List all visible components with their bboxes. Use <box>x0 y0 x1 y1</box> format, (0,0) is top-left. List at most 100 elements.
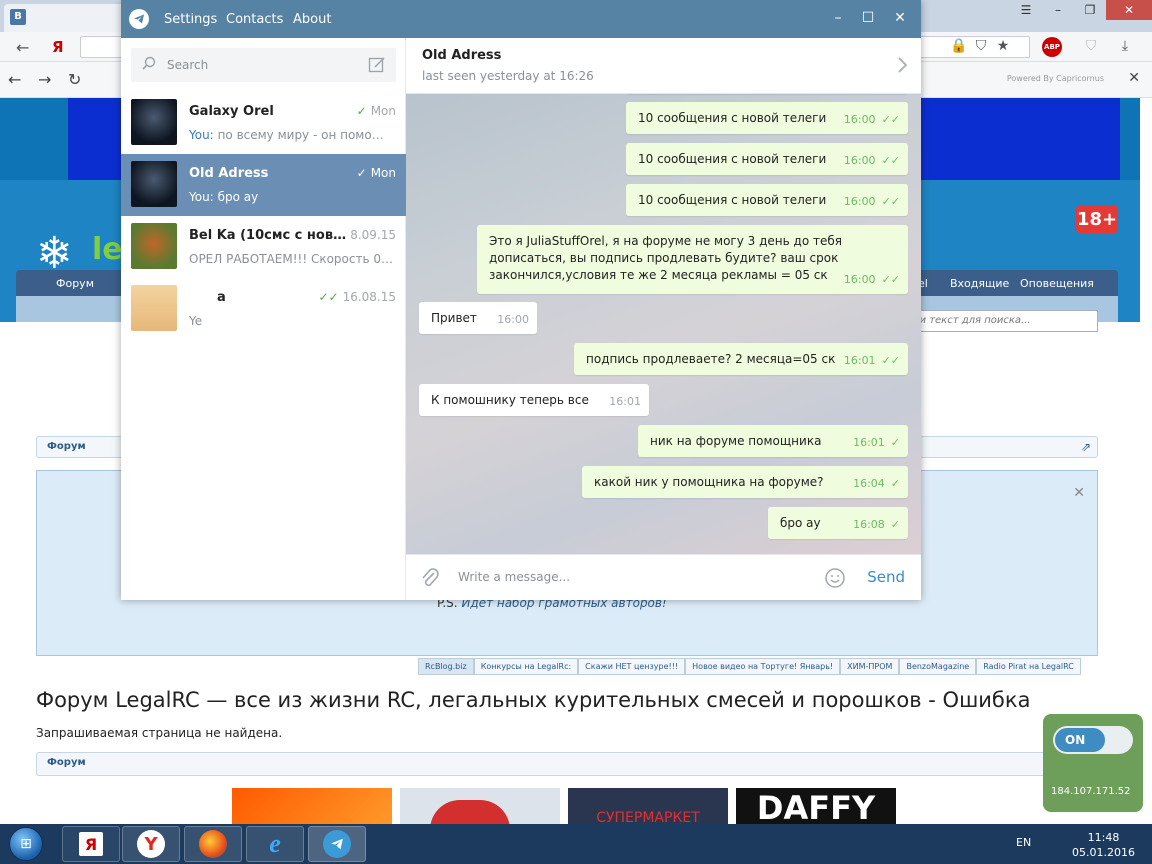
chat-item-bel-ka[interactable]: Bel Ka (10смс с новой телеги) 8.09.15 ОР… <box>121 216 406 278</box>
chat-item-old-adress[interactable]: Old Adress ✓ Mon You: бро ау <box>121 154 406 216</box>
clock[interactable]: 11:48 05.01.2016 <box>1072 830 1135 860</box>
menu-inbox[interactable]: Входящие <box>950 277 1009 290</box>
message-bubble[interactable]: бро ау 16:08 ✓ <box>768 507 908 539</box>
external-link-icon[interactable]: ⇗ <box>1081 440 1091 454</box>
chevron-right-icon[interactable] <box>897 56 909 77</box>
taskbar-yandex-browser[interactable]: Y <box>122 826 180 862</box>
chat-name: Old Adress <box>189 166 269 181</box>
chat-date: ✓ Mon <box>356 104 396 118</box>
taskbar-firefox[interactable] <box>184 826 242 862</box>
link-cenzura[interactable]: Скажи НЕТ цензуре!!! <box>578 658 686 675</box>
emoji-icon[interactable] <box>824 567 846 592</box>
chat-item-a[interactable]: a ✓✓ 16.08.15 Ye <box>121 278 406 340</box>
taskbar-yandex[interactable]: Я <box>62 826 120 862</box>
message-time: 16:00 <box>497 313 529 326</box>
close-icon[interactable]: ✕ <box>890 10 910 26</box>
taskbar-ie[interactable]: e <box>246 826 304 862</box>
yandex-browser-icon: Y <box>137 830 165 858</box>
message-bubble[interactable]: какой ник у помощника на форуме? 16:04 ✓ <box>582 466 908 498</box>
notice-close-icon[interactable]: ✕ <box>1073 485 1085 501</box>
chat-date: ✓✓ 16.08.15 <box>318 290 396 304</box>
link-radio[interactable]: Radio Pirat на LegalRC <box>976 658 1081 675</box>
vk-favicon: В <box>10 9 26 25</box>
search-input[interactable]: Search <box>131 48 396 82</box>
error-message: Запрашиваемая страница не найдена. <box>36 726 283 740</box>
link-konkursy[interactable]: Конкурсы на LegalRc: <box>473 658 579 675</box>
toolbar-back-icon[interactable]: ← <box>8 70 21 89</box>
age-badge: 18+ <box>1076 205 1118 233</box>
breadcrumb-forum[interactable]: Форум <box>47 441 86 452</box>
message-time: 16:00 ✓✓ <box>843 195 900 208</box>
message-history[interactable]: 10 сообщения с новой телеги 16:00 ✓✓ 10 с… <box>406 94 921 554</box>
browser-menu-icon[interactable]: ☰ <box>1010 0 1042 20</box>
conversation-panel: Old Adress last seen yesterday at 16:26 … <box>406 38 921 600</box>
links-bar: RcBlog.biz Конкурсы на LegalRc: Скажи НЕ… <box>418 658 1081 675</box>
star-icon[interactable]: ★ <box>994 38 1012 56</box>
chat-item-galaxy-orel[interactable]: Galaxy Orel ✓ Mon You: по всему миру - он… <box>121 92 406 154</box>
double-check-icon: ✓✓ <box>881 354 900 367</box>
shield-icon[interactable]: ⛉ <box>972 38 990 56</box>
menu-forum[interactable]: Форум <box>56 277 94 290</box>
download-icon[interactable]: ⤓ <box>1116 38 1134 56</box>
message-bubble[interactable]: К помошнику теперь все 16:01 <box>419 384 649 416</box>
message-time: 16:00 ✓✓ <box>843 113 900 126</box>
link-rcblog[interactable]: RcBlog.biz <box>418 658 474 675</box>
single-check-icon: ✓ <box>890 436 900 449</box>
double-check-icon: ✓✓ <box>881 154 900 167</box>
language-indicator[interactable]: EN <box>1016 836 1031 849</box>
browser-minimize-icon[interactable]: – <box>1042 0 1074 20</box>
banner-2[interactable] <box>400 788 560 824</box>
minimize-icon[interactable]: – <box>828 10 848 26</box>
toolbar-close-icon[interactable]: ✕ <box>1128 70 1140 86</box>
attach-icon[interactable] <box>420 567 440 592</box>
message-time: 16:01 <box>609 395 641 408</box>
peer-status: last seen yesterday at 16:26 <box>422 69 594 83</box>
back-arrow-icon[interactable]: ← <box>16 38 29 57</box>
send-button[interactable]: Send <box>867 568 905 586</box>
adblock-icon[interactable]: ABP <box>1042 37 1062 57</box>
vpn-ip: 184.107.171.52 <box>1051 786 1131 797</box>
telegram-logo-icon <box>129 9 149 29</box>
message-bubble[interactable]: 10 сообщения с новой телеги 16:00 ✓✓ <box>626 102 908 134</box>
message-bubble[interactable]: 10 сообщения с новой телеги 16:00 ✓✓ <box>626 143 908 175</box>
banner-4[interactable]: DAFFY <box>736 788 896 824</box>
powered-by-text: Powered By Capricornus <box>1006 74 1104 83</box>
link-himprom[interactable]: ХИМ-ПРОМ <box>840 658 900 675</box>
menu-notifications[interactable]: Оповещения <box>1020 277 1094 290</box>
breadcrumb-bottom: Форум <box>36 752 1098 776</box>
menu-settings[interactable]: Settings <box>164 12 217 27</box>
maximize-icon[interactable]: ☐ <box>858 10 878 26</box>
browser-tab[interactable]: В <box>4 4 134 32</box>
toolbar-reload-icon[interactable]: ↻ <box>68 70 81 89</box>
yandex-icon: Я <box>79 832 103 856</box>
site-search-input[interactable]: али текст для поиска... <box>900 310 1098 332</box>
vpn-toggle[interactable]: ON <box>1053 726 1133 754</box>
message-bubble[interactable]: подпись продлеваете? 2 месяца=05 ск 16:0… <box>574 343 908 375</box>
link-video[interactable]: Новое видео на Тортуге! Январь! <box>685 658 841 675</box>
browser-restore-icon[interactable]: ❐ <box>1074 0 1106 20</box>
banner-1[interactable] <box>232 788 392 824</box>
message-input[interactable]: Write a message... <box>458 570 570 584</box>
windows-taskbar: ⊞ Я Y e EN 11:48 05.01.2016 <box>0 824 1152 864</box>
extension-shield-icon[interactable]: ⛉ <box>1082 38 1100 56</box>
message-bubble[interactable]: ник на форуме помощника 16:01 ✓ <box>638 425 908 457</box>
browser-close-icon[interactable]: ✕ <box>1106 0 1152 20</box>
yandex-icon[interactable]: Я <box>52 38 64 56</box>
chat-name: Bel Ka (10смс с новой телеги) <box>189 228 349 243</box>
message-bubble[interactable]: 10 сообщения с новой телеги 16:00 ✓✓ <box>626 184 908 216</box>
banner-3[interactable]: СУПЕРМАРКЕТ <box>568 788 728 824</box>
message-bubble[interactable]: Это я JuliaStuffOrel, я на форуме не мог… <box>477 225 908 294</box>
taskbar-telegram[interactable] <box>308 826 366 862</box>
menu-contacts[interactable]: Contacts <box>226 12 283 27</box>
chat-last-message: Ye <box>189 314 203 328</box>
peer-name: Old Adress <box>422 48 502 63</box>
toolbar-forward-icon[interactable]: → <box>38 70 51 89</box>
read-check-icon: ✓ <box>356 104 367 118</box>
compose-icon[interactable] <box>368 56 386 77</box>
start-button[interactable]: ⊞ <box>4 826 48 862</box>
menu-about[interactable]: About <box>293 12 331 27</box>
message-bubble[interactable]: Привет 16:00 <box>419 302 537 334</box>
conversation-header[interactable]: Old Adress last seen yesterday at 16:26 <box>406 38 921 94</box>
breadcrumb-bottom-forum[interactable]: Форум <box>47 757 86 768</box>
link-benzo[interactable]: BenzoMagazine <box>899 658 977 675</box>
